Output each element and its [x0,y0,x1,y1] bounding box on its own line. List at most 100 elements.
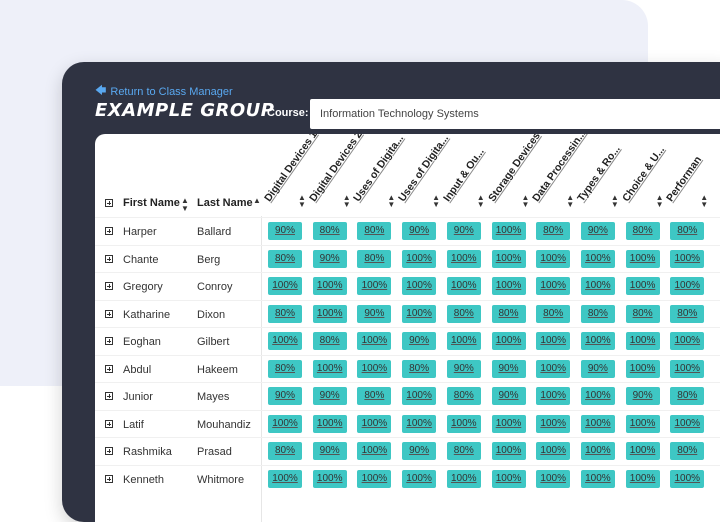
score-cell[interactable]: 100% [312,304,347,323]
column-header[interactable]: Performan [664,154,704,204]
course-field[interactable]: Information Technology Systems [310,99,720,129]
score-cell[interactable]: 100% [536,414,571,433]
score-cell[interactable]: 100% [446,332,481,350]
score-cell[interactable]: 100% [491,332,526,350]
expand-row-icon[interactable] [105,419,113,428]
score-cell[interactable]: 80% [268,249,302,268]
score-cell[interactable]: 100% [670,359,705,378]
score-cell[interactable]: 100% [312,359,347,378]
score-cell[interactable]: 100% [446,469,481,488]
first-name-header[interactable]: First Name [123,197,180,209]
score-cell[interactable]: 80% [670,442,705,460]
score-cell[interactable]: 80% [268,359,302,378]
score-cell[interactable]: 80% [446,442,481,460]
score-cell[interactable]: 100% [402,414,437,433]
score-cell[interactable]: 90% [491,359,526,378]
score-cell[interactable]: 100% [446,277,481,295]
score-cell[interactable]: 100% [268,469,302,488]
sort-both-icon[interactable]: ▲ ▼ [700,194,708,209]
score-cell[interactable]: 80% [491,304,526,323]
sort-both-icon[interactable]: ▲ ▼ [522,194,530,209]
sort-both-icon[interactable]: ▲ ▼ [298,194,306,209]
score-cell[interactable]: 90% [491,387,526,405]
score-cell[interactable]: 90% [268,387,302,405]
score-cell[interactable]: 80% [357,249,392,268]
score-cell[interactable]: 100% [402,469,437,488]
score-cell[interactable]: 100% [402,387,437,405]
score-cell[interactable]: 90% [357,304,392,323]
score-cell[interactable]: 100% [625,249,660,268]
score-cell[interactable]: 90% [580,359,615,378]
score-cell[interactable]: 80% [670,387,705,405]
score-cell[interactable]: 100% [491,222,526,240]
score-cell[interactable]: 80% [536,304,571,323]
score-cell[interactable]: 100% [625,414,660,433]
sort-both-icon[interactable]: ▲ ▼ [656,194,664,209]
score-cell[interactable]: 100% [446,414,481,433]
score-cell[interactable]: 100% [670,332,705,350]
expand-row-icon[interactable] [105,447,113,455]
score-cell[interactable]: 100% [670,414,705,433]
score-cell[interactable]: 100% [536,469,571,488]
sort-both-icon[interactable]: ▲ ▼ [181,197,189,213]
score-cell[interactable]: 80% [312,222,347,240]
score-cell[interactable]: 100% [625,277,660,295]
score-cell[interactable]: 100% [580,249,615,268]
score-cell[interactable]: 80% [268,304,302,323]
score-cell[interactable]: 100% [491,442,526,460]
score-cell[interactable]: 100% [580,442,615,460]
score-cell[interactable]: 100% [402,249,437,268]
score-cell[interactable]: 80% [357,387,392,405]
score-cell[interactable]: 80% [357,222,392,240]
sort-both-icon[interactable]: ▲ ▼ [387,194,395,209]
sort-ascending-icon[interactable]: ▲ [253,197,261,205]
score-cell[interactable]: 100% [268,277,302,295]
expand-row-icon[interactable] [105,337,113,345]
expand-row-icon[interactable] [105,364,113,373]
score-cell[interactable]: 100% [625,332,660,350]
sort-both-icon[interactable]: ▲ ▼ [343,194,351,209]
score-cell[interactable]: 100% [580,277,615,295]
score-cell[interactable]: 100% [625,469,660,488]
score-cell[interactable]: 100% [536,359,571,378]
expand-row-icon[interactable] [105,282,113,290]
score-cell[interactable]: 100% [536,277,571,295]
sort-both-icon[interactable]: ▲ ▼ [477,194,485,209]
score-cell[interactable]: 100% [312,469,347,488]
score-cell[interactable]: 80% [536,222,571,240]
score-cell[interactable]: 100% [357,442,392,460]
score-cell[interactable]: 90% [402,222,437,240]
sort-both-icon[interactable]: ▲ ▼ [611,194,619,209]
score-cell[interactable]: 80% [402,359,437,378]
score-cell[interactable]: 100% [580,469,615,488]
score-cell[interactable]: 80% [446,304,481,323]
expand-all-icon[interactable] [105,199,113,207]
score-cell[interactable]: 100% [580,387,615,405]
return-link[interactable]: 🡄 Return to Class Manager [95,82,233,101]
score-cell[interactable]: 90% [625,387,660,405]
score-cell[interactable]: 100% [536,332,571,350]
score-cell[interactable]: 100% [670,469,705,488]
score-cell[interactable]: 100% [625,359,660,378]
score-cell[interactable]: 90% [268,222,302,240]
score-cell[interactable]: 100% [670,249,705,268]
score-cell[interactable]: 100% [491,277,526,295]
score-cell[interactable]: 90% [446,359,481,378]
score-cell[interactable]: 80% [625,222,660,240]
score-cell[interactable]: 90% [312,442,347,460]
score-cell[interactable]: 100% [312,277,347,295]
expand-row-icon[interactable] [105,227,113,235]
score-cell[interactable]: 90% [312,249,347,268]
score-cell[interactable]: 100% [625,442,660,460]
expand-row-icon[interactable] [105,392,113,400]
score-cell[interactable]: 100% [580,414,615,433]
score-cell[interactable]: 100% [536,249,571,268]
score-cell[interactable]: 100% [357,469,392,488]
score-cell[interactable]: 80% [268,442,302,460]
score-cell[interactable]: 90% [580,222,615,240]
score-cell[interactable]: 100% [580,332,615,350]
score-cell[interactable]: 100% [670,277,705,295]
score-cell[interactable]: 90% [402,442,437,460]
score-cell[interactable]: 100% [491,414,526,433]
score-cell[interactable]: 90% [402,332,437,350]
